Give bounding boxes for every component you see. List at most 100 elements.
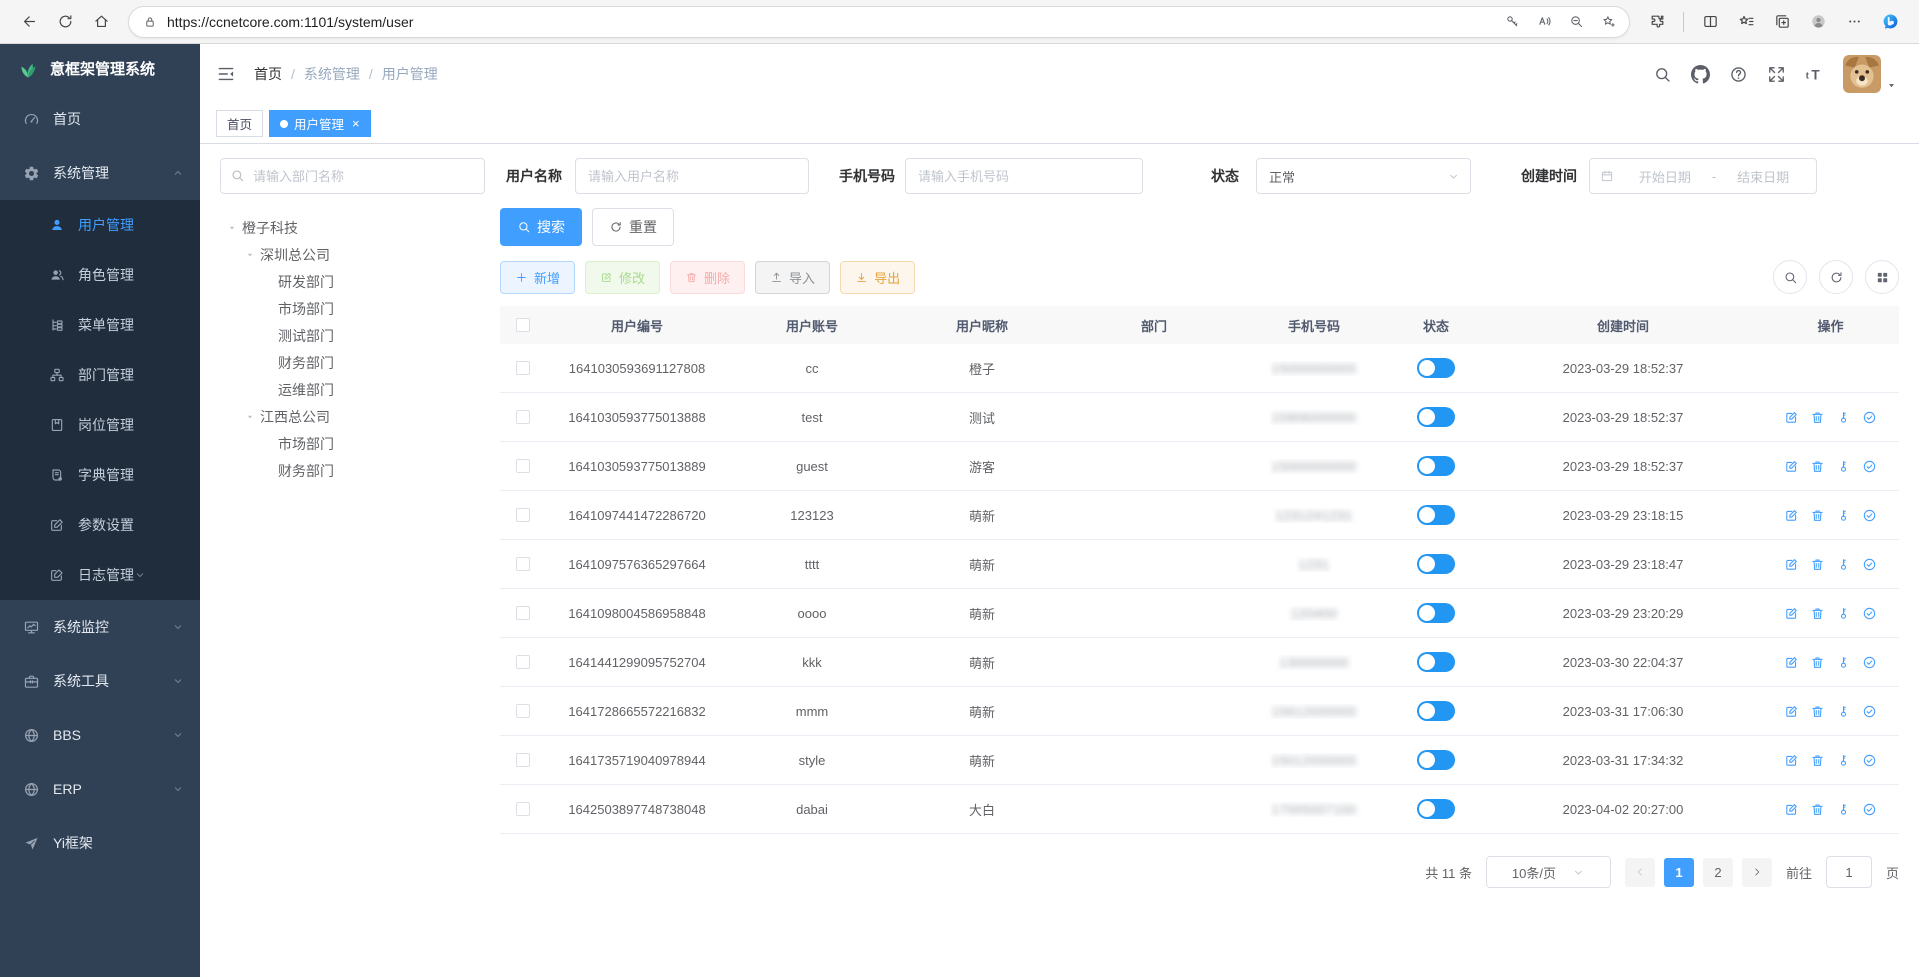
question-button[interactable] [1723,59,1753,89]
check-circle-icon[interactable] [1862,802,1877,817]
tree-node[interactable]: 测试部门 [220,322,485,349]
select-all-checkbox[interactable] [516,318,530,332]
breadcrumb-item[interactable]: 首页 [254,64,282,84]
breadcrumb-item[interactable]: 用户管理 [382,64,438,84]
edit-icon[interactable] [1784,606,1799,621]
goto-page-input[interactable] [1826,856,1872,888]
sidebar-item-bbs[interactable]: BBS [0,708,200,762]
fullscreen-button[interactable] [1761,59,1791,89]
check-circle-icon[interactable] [1862,704,1877,719]
status-toggle[interactable] [1417,750,1455,770]
sidebar-item-log-management[interactable]: 日志管理 [0,550,200,600]
date-range-picker[interactable]: 开始日期 - 结束日期 [1589,158,1817,194]
edit-icon[interactable] [1784,704,1799,719]
tree-node[interactable]: 市场部门 [220,430,485,457]
edit-icon[interactable] [1784,802,1799,817]
dept-search-input[interactable] [220,158,485,194]
page-button-2[interactable]: 2 [1703,858,1733,887]
check-circle-icon[interactable] [1862,655,1877,670]
user-avatar[interactable] [1843,55,1897,93]
status-toggle[interactable] [1417,652,1455,672]
read-aloud-button[interactable] [1529,7,1559,37]
sidebar-item-system-monitor[interactable]: 系统监控 [0,600,200,654]
row-checkbox[interactable] [516,753,530,767]
row-checkbox[interactable] [516,361,530,375]
username-input[interactable] [575,158,809,194]
font-size-button[interactable]: tT [1799,59,1829,89]
tree-node[interactable]: 市场部门 [220,295,485,322]
tree-node[interactable]: 运维部门 [220,376,485,403]
favorite-add-button[interactable] [1593,7,1623,37]
modify-button[interactable]: 修改 [585,261,660,294]
sidebar-item-yi-framework[interactable]: Yi框架 [0,816,200,870]
delete-button[interactable]: 删除 [670,261,745,294]
github-button[interactable] [1685,59,1715,89]
tree-node[interactable]: 橙子科技 [220,214,485,241]
delete-icon[interactable] [1810,508,1825,523]
check-circle-icon[interactable] [1862,459,1877,474]
tree-node[interactable]: 财务部门 [220,349,485,376]
check-circle-icon[interactable] [1862,606,1877,621]
breadcrumb-item[interactable]: 系统管理 [304,64,360,84]
sidebar-item-erp[interactable]: ERP [0,762,200,816]
prev-page-button[interactable] [1625,858,1655,887]
delete-icon[interactable] [1810,655,1825,670]
status-toggle[interactable] [1417,603,1455,623]
status-toggle[interactable] [1417,407,1455,427]
key-icon[interactable] [1836,508,1851,523]
split-screen-button[interactable] [1693,5,1727,39]
tab-close-icon[interactable]: × [352,116,360,131]
edit-icon[interactable] [1784,655,1799,670]
check-circle-icon[interactable] [1862,410,1877,425]
check-circle-icon[interactable] [1862,753,1877,768]
page-size-select[interactable]: 10条/页 [1486,856,1611,888]
edit-icon[interactable] [1784,557,1799,572]
tree-node[interactable]: 深圳总公司 [220,241,485,268]
key-browser-button[interactable] [1497,7,1527,37]
delete-icon[interactable] [1810,753,1825,768]
tab-0[interactable]: 首页 [216,110,263,137]
key-icon[interactable] [1836,802,1851,817]
key-icon[interactable] [1836,557,1851,572]
page-button-1[interactable]: 1 [1664,858,1694,887]
edit-icon[interactable] [1784,508,1799,523]
sidebar-item-role-management[interactable]: 角色管理 [0,250,200,300]
back-button[interactable] [12,5,46,39]
check-circle-icon[interactable] [1862,557,1877,572]
row-checkbox[interactable] [516,655,530,669]
status-toggle[interactable] [1417,456,1455,476]
key-icon[interactable] [1836,410,1851,425]
reset-button[interactable]: 重置 [592,208,674,246]
row-checkbox[interactable] [516,459,530,473]
status-toggle[interactable] [1417,358,1455,378]
key-icon[interactable] [1836,606,1851,621]
tree-node[interactable]: 财务部门 [220,457,485,484]
import-button[interactable]: 导入 [755,261,830,294]
table-grid-tool[interactable] [1865,260,1899,294]
row-checkbox[interactable] [516,802,530,816]
profile-button[interactable] [1801,5,1835,39]
bing-button[interactable] [1873,5,1907,39]
delete-icon[interactable] [1810,704,1825,719]
edit-icon[interactable] [1784,410,1799,425]
delete-icon[interactable] [1810,410,1825,425]
row-checkbox[interactable] [516,606,530,620]
favorites-bar-button[interactable] [1729,5,1763,39]
sidebar-item-post-management[interactable]: 岗位管理 [0,400,200,450]
tree-node[interactable]: 研发部门 [220,268,485,295]
phone-input[interactable] [905,158,1143,194]
status-toggle[interactable] [1417,505,1455,525]
key-icon[interactable] [1836,704,1851,719]
sidebar-item-menu-management[interactable]: 菜单管理 [0,300,200,350]
status-toggle[interactable] [1417,554,1455,574]
add-button[interactable]: 新增 [500,261,575,294]
sidebar-item-param-settings[interactable]: 参数设置 [0,500,200,550]
row-checkbox[interactable] [516,557,530,571]
check-circle-icon[interactable] [1862,508,1877,523]
table-refresh-tool[interactable] [1819,260,1853,294]
extensions-button[interactable] [1640,5,1674,39]
status-select[interactable]: 正常 [1256,158,1471,194]
row-checkbox[interactable] [516,410,530,424]
sidebar-item-system-management[interactable]: 系统管理 [0,146,200,200]
edit-icon[interactable] [1784,753,1799,768]
